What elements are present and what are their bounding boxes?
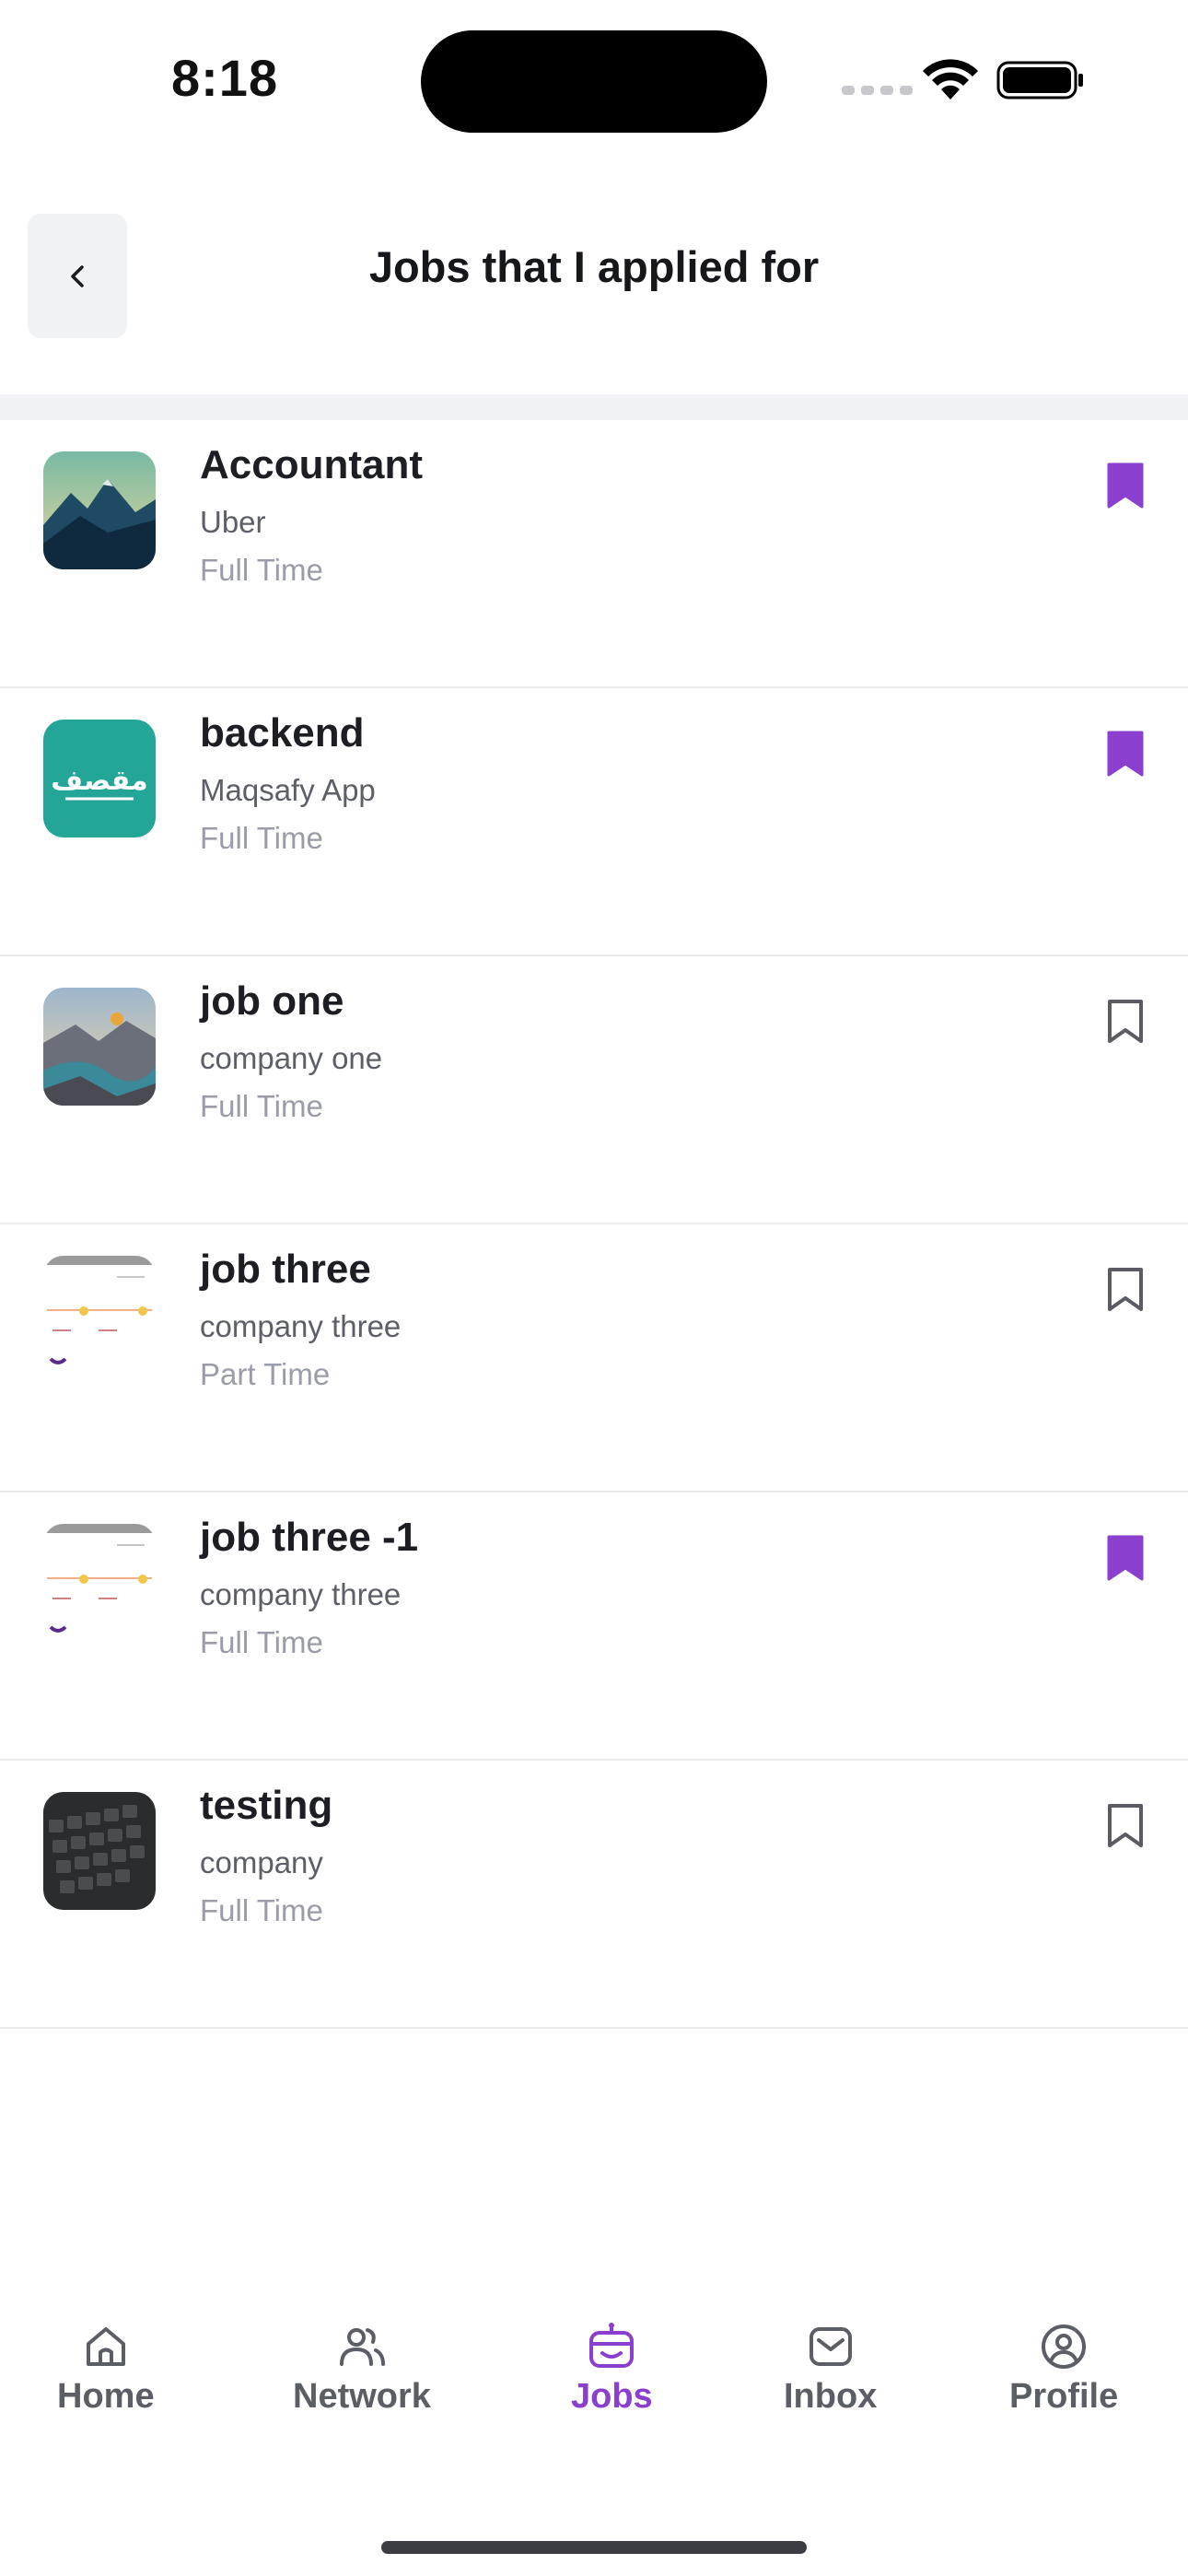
job-company: company three (200, 1577, 402, 1611)
bookmark-outline-icon[interactable] (1105, 1801, 1146, 1851)
nav-inbox[interactable]: Inbox (784, 2322, 877, 2417)
nav-jobs[interactable]: Jobs (571, 2322, 653, 2417)
nav-profile[interactable]: Profile (1009, 2322, 1118, 2417)
battery-icon (996, 61, 1083, 100)
job-thumbnail-lake-photo (43, 988, 156, 1106)
home-indicator[interactable] (381, 2541, 807, 2554)
nav-network[interactable]: Network (293, 2322, 431, 2417)
job-title: job one (200, 978, 344, 1024)
bookmark-filled-icon[interactable] (1105, 1533, 1146, 1583)
job-list-item[interactable]: job three -1 company three Full Time (0, 1493, 1188, 1761)
nav-home-label: Home (57, 2377, 155, 2416)
wifi-icon (923, 59, 978, 100)
job-title: backend (200, 710, 365, 755)
job-type: Full Time (200, 553, 323, 587)
user-circle-icon (1042, 2324, 1087, 2369)
dynamic-island (421, 30, 767, 133)
page-header: Jobs that I applied for (0, 166, 1188, 396)
page-title: Jobs that I applied for (368, 242, 820, 291)
nav-jobs-label: Jobs (571, 2377, 653, 2416)
home-icon (86, 2327, 125, 2366)
job-list-item[interactable]: job one company one Full Time (0, 956, 1188, 1224)
job-list-item[interactable]: Accountant Uber Full Time (0, 420, 1188, 688)
bookmark-filled-icon[interactable] (1105, 461, 1146, 510)
job-thumbnail-keyboard-photo (43, 1792, 156, 1910)
job-title: job three -1 (200, 1515, 419, 1560)
job-company: company three (200, 1309, 402, 1343)
nav-profile-label: Profile (1009, 2377, 1119, 2416)
inbox-icon (809, 2327, 852, 2366)
job-thumbnail-screenshot (43, 1524, 156, 1642)
nav-network-label: Network (293, 2377, 431, 2416)
bookmark-filled-icon[interactable] (1105, 729, 1146, 779)
job-type: Full Time (200, 1893, 323, 1927)
job-list-item[interactable]: testing company Full Time (0, 1761, 1188, 2029)
job-list-item[interactable]: job three company three Part Time (0, 1224, 1188, 1493)
bookmark-outline-icon[interactable] (1105, 997, 1146, 1047)
job-title: Accountant (200, 442, 423, 487)
job-thumbnail-screenshot (43, 1256, 156, 1374)
briefcase-bot-icon (589, 2323, 635, 2368)
job-thumbnail-maqsafy-logo: مقصف (43, 720, 156, 837)
nav-home[interactable]: Home (57, 2322, 155, 2417)
header-divider (0, 394, 1188, 420)
job-type: Part Time (200, 1357, 331, 1391)
bookmark-outline-icon[interactable] (1105, 1265, 1146, 1315)
job-type: Full Time (200, 821, 323, 855)
bottom-nav: Home Network Jobs Inbox Profile (0, 2322, 1188, 2469)
job-company: company (200, 1845, 323, 1879)
job-type: Full Time (200, 1089, 323, 1123)
job-title: job three (200, 1247, 371, 1292)
job-thumbnail-mountain (43, 451, 156, 569)
status-time: 8:18 (171, 49, 279, 107)
nav-inbox-label: Inbox (784, 2377, 878, 2416)
job-company: Maqsafy App (200, 773, 376, 807)
cellular-signal-icon (842, 86, 913, 95)
users-icon (339, 2328, 385, 2366)
job-list-item[interactable]: مقصف backend Maqsafy App Full Time (0, 688, 1188, 956)
job-title: testing (200, 1783, 333, 1828)
status-bar: 8:18 (0, 0, 1188, 166)
job-list: Accountant Uber Full Time مقصف backend M… (0, 420, 1188, 2029)
job-company: company one (200, 1041, 383, 1075)
job-type: Full Time (200, 1625, 323, 1659)
maqsafy-logo-text: مقصف (51, 765, 147, 797)
job-company: Uber (200, 505, 266, 539)
